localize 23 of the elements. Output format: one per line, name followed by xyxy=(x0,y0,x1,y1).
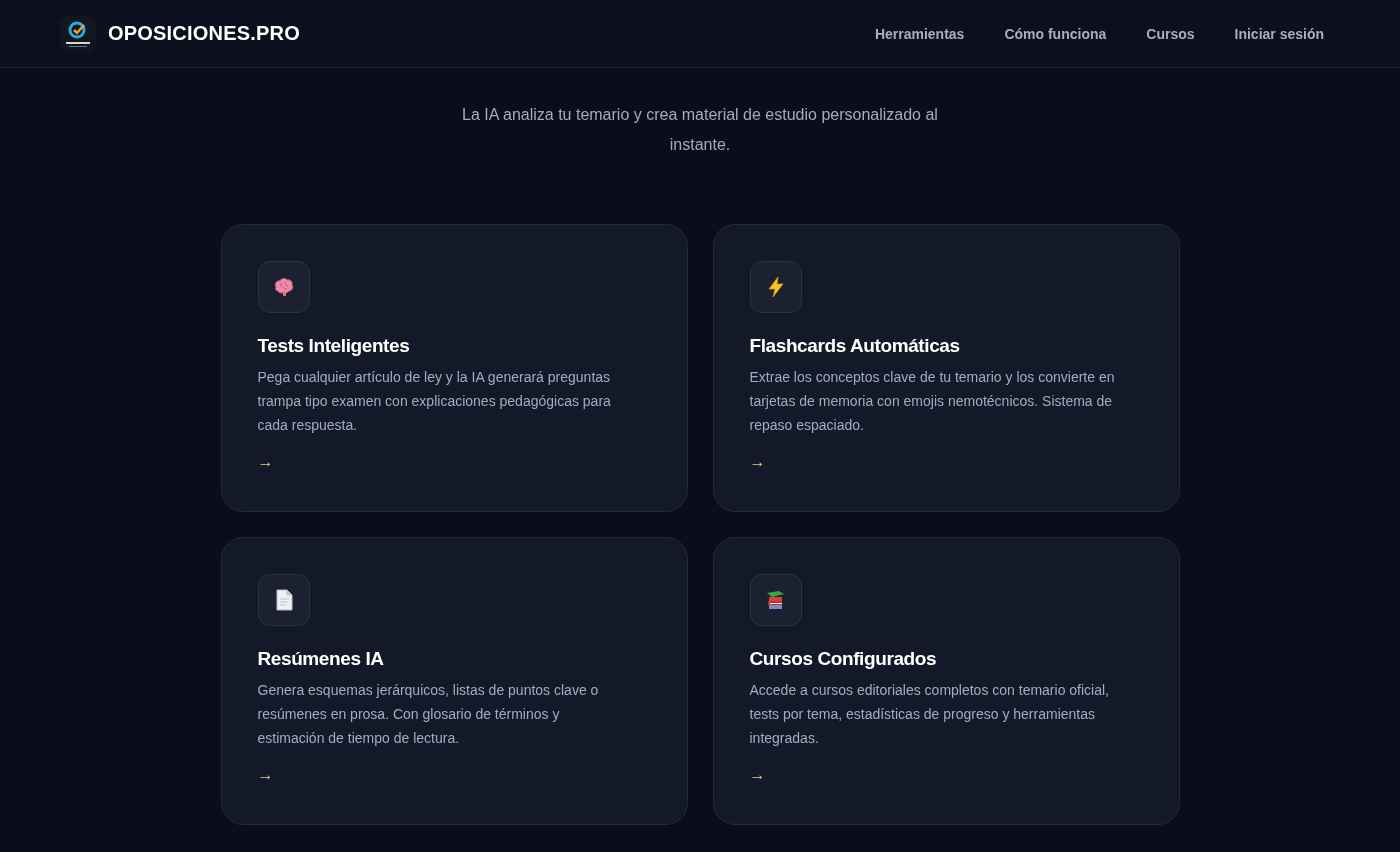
arrow-link[interactable]: → xyxy=(749,766,766,784)
nav-link[interactable]: Herramientas xyxy=(874,25,965,42)
feature-description: Pega cualquier artículo de ley y la IA generará preguntas trampa tipo examen con explicaciones pedagógicas para cada respuesta. xyxy=(257,368,612,435)
feature-title: Cursos Configurados xyxy=(749,648,937,670)
arrow-link[interactable]: → xyxy=(257,453,274,471)
feature-description: Genera esquemas jerárquicos, listas de puntos clave o resúmenes en prosa. Con glosario de términos y estimación de tiempo de lectura. xyxy=(257,681,600,748)
feature-card[interactable]: Cursos Configurados Accede a cursos editoriales completos con temario oficial, tests por tema, estadísticas de progreso y herramientas integradas. → xyxy=(712,537,1180,825)
feature-description: Accede a cursos editoriales completos con temario oficial, tests por tema, estadísticas de progreso y herramientas integradas. xyxy=(749,681,1110,748)
nav-link[interactable]: Iniciar sesión xyxy=(1234,25,1324,42)
nav-link[interactable]: Cómo funciona xyxy=(1004,25,1107,42)
logo-icon[interactable] xyxy=(60,15,96,52)
feature-title: Flashcards Automáticas xyxy=(749,335,960,357)
arrow-link[interactable]: → xyxy=(749,453,766,471)
arrow-link[interactable]: → xyxy=(257,766,274,784)
feature-card[interactable]: Tests Inteligentes Pega cualquier artículo de ley y la IA generará preguntas trampa tipo examen con explicaciones pedagógicas para cada respuesta. → xyxy=(220,224,688,512)
nav-link[interactable]: Cursos xyxy=(1146,25,1195,42)
feature-title: Tests Inteligentes xyxy=(257,335,410,357)
subtitle: La IA analiza tu temario y crea material de estudio personalizado al instante. xyxy=(461,105,939,155)
feature-description: Extrae los conceptos clave de tu temario y los convierte en tarjetas de memoria con emojis nemotécnicos. Sistema de repaso espaciado. xyxy=(749,368,1116,435)
feature-title: Resúmenes IA xyxy=(257,648,384,670)
brand-name[interactable]: OPOSICIONES.PRO xyxy=(108,22,300,45)
feature-card[interactable]: Flashcards Automáticas Extrae los conceptos clave de tu temario y los convierte en tarjetas de memoria con emojis nemotécnicos. Sistema de repaso espaciado. → xyxy=(712,224,1180,512)
feature-card[interactable]: Resúmenes IA Genera esquemas jerárquicos, listas de puntos clave o resúmenes en prosa. Con glosario de términos y estimación de tiempo de lectura. → xyxy=(220,537,688,825)
